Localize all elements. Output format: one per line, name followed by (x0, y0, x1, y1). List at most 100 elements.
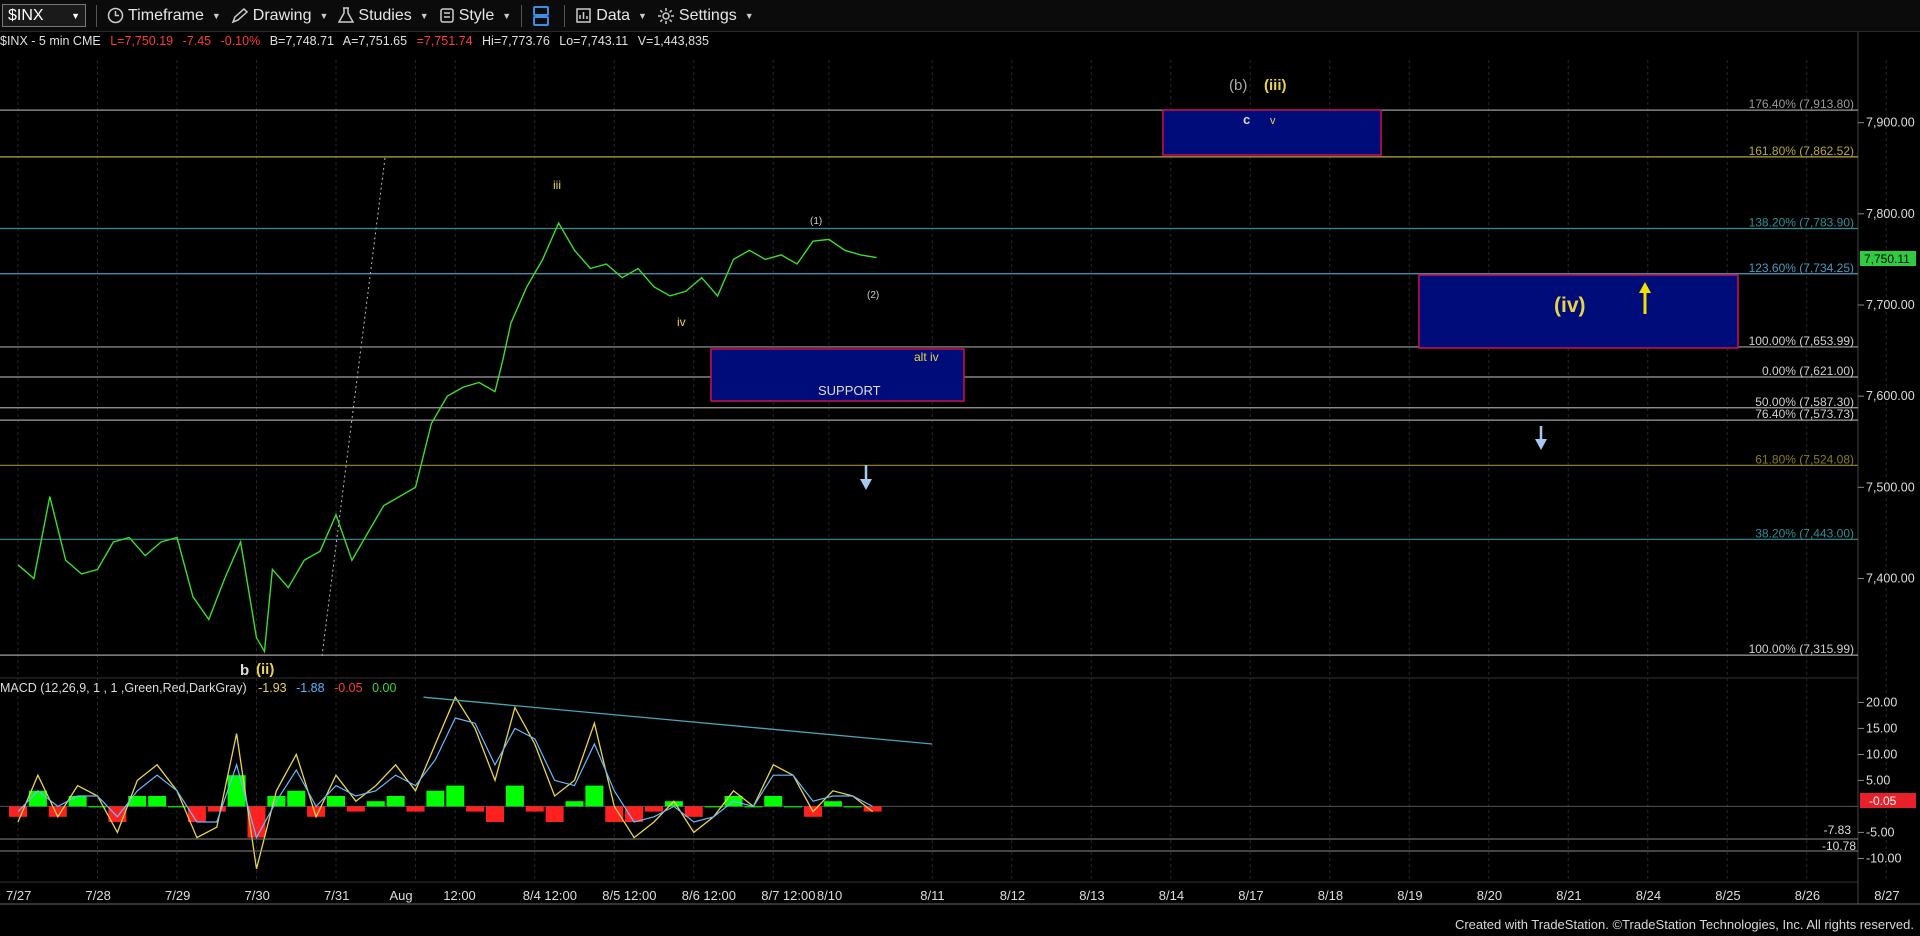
pct-change: -0.10% (221, 34, 261, 48)
macd-tick-label: -10.00 (1866, 851, 1901, 865)
wave-c-label: c (1243, 112, 1250, 127)
macd-tick-label: 15.00 (1866, 721, 1897, 735)
settings-menu[interactable]: Settings ▼ (657, 0, 754, 31)
style-menu[interactable]: Style ▼ (439, 0, 512, 31)
dotted-trendline[interactable] (321, 157, 386, 657)
wave-iv-small-label: iv (677, 315, 686, 329)
wave-iii-small-label: iii (553, 178, 561, 192)
low-price: Lo=7,743.11 (559, 34, 628, 48)
time-tick-label: 7/27 (6, 888, 31, 903)
macd-tick-label: 10.00 (1866, 747, 1897, 761)
time-tick-label: 7/28 (86, 888, 111, 903)
macd-histogram-bar (684, 806, 703, 817)
symbol-selector[interactable]: $INX ▼ (2, 4, 86, 27)
clock-icon (107, 7, 124, 24)
wave-ii-label: (ii) (256, 661, 274, 678)
price-tick-label: 7,800.00 (1866, 207, 1915, 221)
macd-histogram-bar (68, 796, 87, 807)
macd-histogram-bar (366, 801, 385, 807)
macd-pane (0, 695, 1858, 869)
wave-v-label: v (1270, 115, 1276, 127)
time-tick-label: 8/21 (1556, 888, 1581, 903)
time-tick-label: 8/26 (1795, 888, 1820, 903)
time-tick-label: 8/17 (1238, 888, 1263, 903)
arrow-down-icon (1535, 426, 1547, 450)
macd-histogram-bar (207, 806, 226, 812)
macd-histogram-bar (784, 806, 803, 808)
time-tick-label: 7/31 (324, 888, 349, 903)
time-tick-label: 8/4 12:00 (523, 888, 577, 903)
time-tick-label: 8/13 (1079, 888, 1104, 903)
chevron-down-icon: ▼ (419, 10, 429, 21)
price-tick-label: 7,500.00 (1866, 480, 1915, 494)
macd-histogram-bar (605, 806, 624, 822)
time-tick-label: 7/29 (165, 888, 190, 903)
macd-tick-label: 20.00 (1866, 695, 1897, 709)
macd-histogram-bar (823, 801, 842, 807)
wave-1-label: (1) (810, 216, 822, 227)
macd-histogram-bar (764, 796, 783, 807)
flask-icon (338, 7, 355, 23)
price-tick-label: 7,900.00 (1866, 116, 1915, 130)
macd-histogram-bar (545, 806, 564, 822)
macd-trendline[interactable] (423, 696, 933, 745)
chart-area[interactable]: $INX - 5 min CME L=7,750.19 -7.45 -0.10%… (0, 32, 1920, 936)
time-tick-label: 8/11 (920, 888, 944, 903)
fib-label: 76.40% (7,573.73) (1755, 407, 1854, 421)
chevron-down-icon: ▼ (637, 10, 647, 21)
toolbar-divider (96, 4, 97, 27)
time-tick-label: 8/14 (1159, 888, 1184, 903)
fib-label: 176.40% (7,913.80) (1749, 97, 1854, 111)
chevron-down-icon: ▼ (319, 10, 329, 21)
price-line (17, 221, 877, 654)
macd-histogram-bar (28, 790, 47, 807)
chart-info: $INX - 5 min CME L=7,750.19 -7.45 -0.10%… (0, 34, 709, 48)
studies-menu[interactable]: Studies ▼ (338, 0, 429, 31)
time-tick-label: 8/19 (1397, 888, 1422, 903)
fib-label: 100.00% (7,315.99) (1749, 642, 1854, 656)
layout-button[interactable] (532, 0, 554, 31)
wave-iv-big-label: (iv) (1554, 294, 1586, 317)
macd-histogram-bar (406, 806, 425, 812)
data-menu[interactable]: Data ▼ (575, 0, 647, 31)
timeframe-label: Timeframe (128, 6, 204, 24)
macd-histogram-bar (148, 796, 167, 807)
macd-histogram-bar (187, 806, 206, 822)
layout-icon (533, 5, 550, 26)
toolbar-divider (521, 4, 523, 27)
time-tick-label: 8/6 12:00 (682, 888, 736, 903)
wave-2-label: (2) (867, 290, 879, 301)
time-axis[interactable]: 7/27 7/28 7/29 7/30 7/31 Aug 12:00 8/4 12:00 8/5… (6, 888, 1900, 903)
macd-histogram-bar (346, 806, 365, 812)
macd-histogram-bar (486, 806, 504, 822)
chevron-down-icon: ▼ (71, 10, 80, 21)
time-tick-label: 12:00 (443, 888, 476, 903)
fib-label: 161.80% (7,862.52) (1749, 144, 1854, 158)
macd-histogram-bar (466, 806, 485, 812)
arrow-down-icon (860, 465, 872, 490)
settings-label: Settings (678, 6, 737, 24)
time-tick-label: 8/27 (1874, 888, 1899, 903)
chevron-down-icon: ▼ (502, 10, 512, 21)
gear-icon (657, 7, 674, 24)
macd-histogram-bar (426, 790, 445, 807)
macd-value: -1.93 (258, 681, 287, 695)
macd-hist-value: -0.05 (334, 681, 363, 695)
data-icon (576, 8, 591, 23)
macd-marker-label-2: -10.78 (1822, 839, 1856, 853)
timeframe-menu[interactable]: Timeframe ▼ (107, 0, 221, 31)
time-tick-label: 8/10 (817, 888, 842, 903)
price-series (17, 221, 877, 654)
toolbar: $INX ▼ Timeframe ▼ Drawing ▼ Studies ▼ Styl… (0, 0, 1920, 32)
time-tick-label: 8/5 12:00 (602, 888, 656, 903)
macd-histogram-bar (287, 790, 306, 807)
time-tick-label: 8/12 (1000, 888, 1025, 903)
data-label: Data (596, 6, 630, 24)
fib-label: 61.80% (7,524.08) (1755, 452, 1854, 466)
support-label: SUPPORT (818, 383, 881, 398)
macd-axis[interactable]: 20.00 15.00 10.00 5.00 -5.00 -10.00 (1858, 695, 1901, 865)
macd-current-marker: -0.05 (1860, 793, 1916, 808)
drawing-menu[interactable]: Drawing ▼ (231, 0, 329, 31)
time-tick-label: 8/20 (1477, 888, 1502, 903)
net-change: -7.45 (183, 34, 212, 48)
